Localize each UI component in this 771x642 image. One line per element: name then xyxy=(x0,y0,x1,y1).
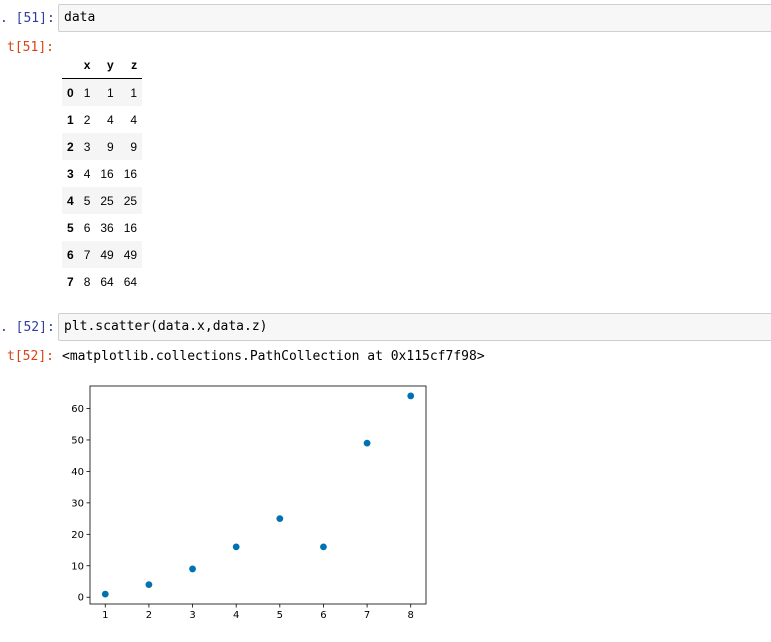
table-row: 7 8 64 64 xyxy=(62,268,142,295)
row-index: 0 xyxy=(67,85,74,100)
code-cell-51[interactable]: data xyxy=(58,4,771,32)
y-tick-label: 20 xyxy=(71,530,84,541)
y-tick-label: 0 xyxy=(78,593,84,604)
x-tick-label: 2 xyxy=(146,610,152,621)
scatter-point xyxy=(320,543,327,551)
table-row: 0111 xyxy=(62,78,143,106)
row-index: 4 xyxy=(67,193,74,208)
column-header: z xyxy=(118,52,143,79)
cell-y: 49 xyxy=(100,247,114,262)
cell-z: 16 xyxy=(123,166,138,181)
row-index: 2 xyxy=(67,139,74,154)
cell-y: 25 xyxy=(100,193,114,208)
input-prompt-52: . [52]: xyxy=(0,320,54,335)
cell-x: 8 xyxy=(83,274,91,289)
cell-x: 5 xyxy=(83,193,91,208)
table-row: 5 6 36 16 xyxy=(62,214,142,241)
row-index: 1 xyxy=(67,112,74,127)
index-header xyxy=(62,52,79,79)
input-prompt-51: . [51]: xyxy=(0,11,54,26)
cell-x: 1 xyxy=(83,85,91,100)
x-tick-label: 5 xyxy=(277,610,283,621)
x-tick-label: 6 xyxy=(320,610,326,621)
cell-y: 16 xyxy=(100,166,114,181)
cell-z: 64 xyxy=(123,274,138,289)
scatter-plot: 1 2 3 4 5 6 7 8 0 10 20 30 40 50 60 xyxy=(71,385,427,621)
plot-frame xyxy=(89,385,427,605)
cell-y: 36 xyxy=(100,220,114,235)
scatter-point xyxy=(189,565,196,573)
column-header: x xyxy=(78,52,96,79)
table-row: 4 5 25 25 xyxy=(62,187,143,214)
cell-x: 3 xyxy=(83,139,91,154)
cell-x: 4 xyxy=(83,166,91,181)
cell-x: 7 xyxy=(83,247,91,262)
y-tick-label: 50 xyxy=(71,435,84,446)
column-header: y xyxy=(95,52,119,79)
table-row: 3 4 16 16 xyxy=(62,160,142,187)
code-text: data xyxy=(64,10,96,25)
scatter-point xyxy=(232,543,240,551)
cell-z: 25 xyxy=(123,193,138,208)
cell-z: 1 xyxy=(130,85,138,100)
output-prompt-51: t[51]: xyxy=(7,40,54,55)
code-text: plt.scatter(data.x,data.z) xyxy=(64,319,268,334)
scatter-point xyxy=(276,515,284,522)
y-tick-label: 30 xyxy=(71,498,84,509)
x-tick-label: 8 xyxy=(408,610,414,621)
scatter-point xyxy=(363,439,371,447)
table-header-row: x y z xyxy=(62,52,143,79)
x-tick-label: 3 xyxy=(189,610,195,621)
cell-z: 9 xyxy=(130,139,138,154)
cell-x: 2 xyxy=(83,112,91,127)
scatter-point xyxy=(101,590,109,598)
table-row: 6 7 49 49 xyxy=(62,241,143,268)
cell-x: 6 xyxy=(83,220,91,235)
output-text: <matplotlib.collections.PathCollection a… xyxy=(62,349,485,364)
y-tick-label: 40 xyxy=(71,467,84,478)
cell-y: 64 xyxy=(100,274,114,289)
dataframe-table: x y z 0 1 1 1 1 2 4 4 2 3 9 9 3 4 16 16 4 5 25 25 5 6 36 16 6 7 49… xyxy=(62,52,143,295)
x-tick-label: 4 xyxy=(233,610,239,621)
cell-y: 9 xyxy=(107,139,114,154)
y-tick-label: 60 xyxy=(71,404,84,415)
scatter-point xyxy=(407,392,415,400)
row-index: 5 xyxy=(67,220,74,235)
code-cell-52[interactable]: plt.scatter(data.x,data.z) xyxy=(58,313,771,341)
cell-z: 16 xyxy=(123,220,138,235)
output-prompt-52: t[52]: xyxy=(7,349,54,364)
x-tick-label: 7 xyxy=(364,610,370,621)
cell-y: 1 xyxy=(107,85,114,100)
table-row: 12 4 4 xyxy=(62,106,142,133)
cell-z: 4 xyxy=(130,112,138,127)
row-index: 6 xyxy=(67,247,74,262)
row-index: 7 xyxy=(67,274,74,289)
cell-y: 4 xyxy=(107,112,114,127)
table-row: 23 9 9 xyxy=(62,133,143,160)
row-index: 3 xyxy=(67,166,74,181)
y-tick-label: 10 xyxy=(71,561,84,572)
cell-z: 49 xyxy=(123,247,138,262)
x-tick-label: 1 xyxy=(102,610,108,621)
scatter-point xyxy=(145,581,153,589)
